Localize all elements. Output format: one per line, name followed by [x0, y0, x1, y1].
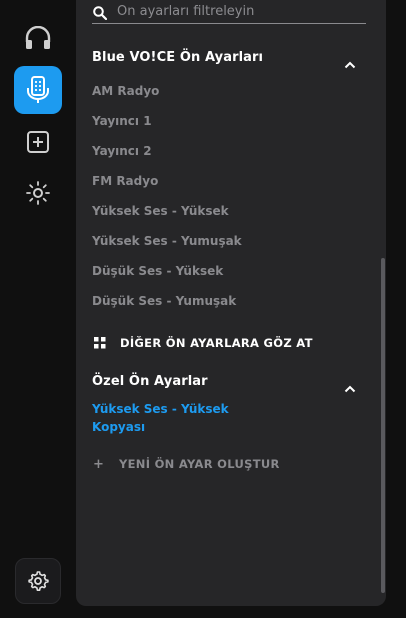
search-input[interactable]	[117, 0, 357, 23]
chevron-up-icon[interactable]	[344, 54, 356, 69]
microphone-icon	[25, 75, 51, 105]
preset-item[interactable]: Yüksek Ses - Yumuşak	[92, 234, 242, 248]
create-preset-button[interactable]: + YENİ ÖN AYAR OLUŞTUR	[92, 455, 280, 473]
preset-item[interactable]: Düşük Ses - Yüksek	[92, 264, 223, 278]
search-bar	[92, 0, 366, 24]
sidebar-item-lighting[interactable]	[14, 169, 62, 217]
app-window: Blue VO!CE Ön Ayarları AM Radyo Yayıncı …	[0, 0, 406, 618]
lighting-icon	[25, 180, 51, 206]
chevron-up-icon[interactable]	[344, 378, 356, 393]
sidebar-item-headphones[interactable]	[14, 14, 62, 62]
sidebar	[0, 0, 76, 618]
preset-item[interactable]: Yayıncı 2	[92, 144, 152, 158]
headphones-icon	[24, 26, 52, 50]
scrollbar[interactable]	[381, 258, 385, 593]
sidebar-item-add[interactable]	[14, 118, 62, 166]
settings-button[interactable]	[15, 558, 61, 604]
preset-item[interactable]: FM Radyo	[92, 174, 158, 188]
preset-item[interactable]: Yayıncı 1	[92, 114, 152, 128]
add-icon	[26, 130, 50, 154]
gear-icon	[27, 570, 49, 592]
custom-preset-item[interactable]: Yüksek Ses - Yüksek Kopyası	[92, 400, 262, 436]
custom-presets-section-title[interactable]: Özel Ön Ayarlar	[92, 374, 208, 389]
blue-voice-section-title[interactable]: Blue VO!CE Ön Ayarları	[92, 50, 263, 65]
plus-icon: +	[93, 456, 104, 472]
presets-panel: Blue VO!CE Ön Ayarları AM Radyo Yayıncı …	[76, 0, 386, 606]
browse-more-presets-button[interactable]: DİĞER ÖN AYARLARA GÖZ AT	[92, 334, 313, 352]
search-icon	[93, 5, 108, 20]
browse-more-presets-label: DİĞER ÖN AYARLARA GÖZ AT	[120, 336, 313, 350]
grid-icon	[94, 337, 106, 349]
preset-item[interactable]: AM Radyo	[92, 84, 159, 98]
preset-item[interactable]: Yüksek Ses - Yüksek	[92, 204, 229, 218]
create-preset-label: YENİ ÖN AYAR OLUŞTUR	[119, 457, 280, 471]
preset-item[interactable]: Düşük Ses - Yumuşak	[92, 294, 236, 308]
sidebar-item-microphone[interactable]	[14, 66, 62, 114]
